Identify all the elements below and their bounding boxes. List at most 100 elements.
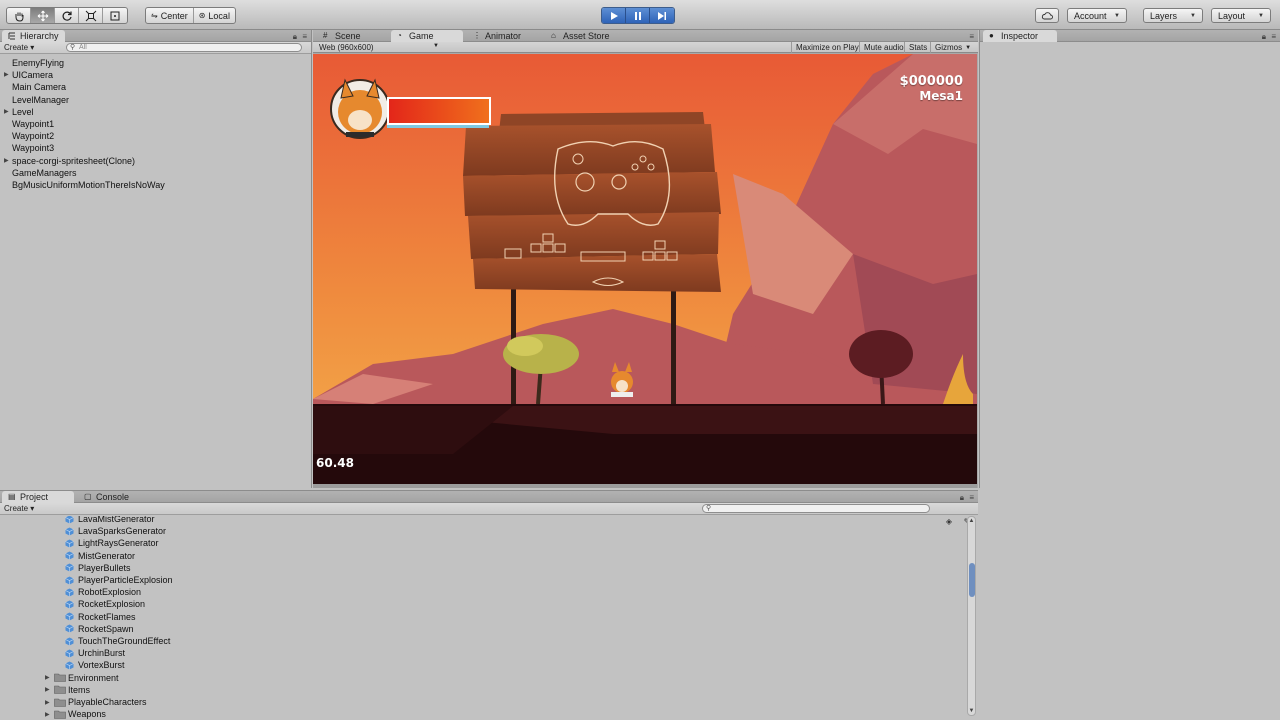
play-button[interactable] bbox=[602, 8, 626, 23]
scroll-down-icon[interactable]: ▼ bbox=[968, 708, 975, 714]
project-prefab-item[interactable]: MistGenerator bbox=[65, 550, 135, 562]
tab-animator[interactable]: ⋮ Animator bbox=[467, 30, 527, 42]
project-prefab-item[interactable]: LavaSparksGenerator bbox=[65, 525, 166, 537]
project-prefab-item[interactable]: RocketFlames bbox=[65, 611, 136, 623]
panel-menu-icon[interactable]: ≡ bbox=[1271, 32, 1276, 41]
project-prefab-item[interactable]: UrchinBurst bbox=[65, 647, 125, 659]
account-dropdown[interactable]: Account ▼ bbox=[1067, 8, 1127, 23]
hierarchy-create-button[interactable]: Create ▾ bbox=[4, 43, 34, 52]
lock-icon[interactable]: 🔒︎ bbox=[293, 32, 297, 42]
hierarchy-item[interactable]: ▶ space-corgi-spritesheet(Clone) bbox=[0, 155, 300, 167]
pivot-local-button[interactable]: ⊛ Local bbox=[194, 8, 235, 23]
project-prefab-item[interactable]: LavaMistGenerator bbox=[65, 516, 155, 525]
project-prefab-item[interactable]: LightRaysGenerator bbox=[65, 537, 159, 549]
console-icon: ▢ bbox=[84, 492, 92, 501]
hierarchy-item-label: BgMusicUniformMotionThereIsNoWay bbox=[12, 180, 165, 190]
prefab-cube-icon bbox=[65, 576, 74, 584]
hierarchy-item[interactable]: ▶ UICamera bbox=[0, 69, 300, 81]
hierarchy-search-input[interactable]: ⚲ All bbox=[66, 43, 302, 52]
panel-menu-icon[interactable]: ≡ bbox=[969, 493, 974, 502]
rect-tool-button[interactable] bbox=[103, 8, 127, 23]
hierarchy-item[interactable]: Waypoint1 bbox=[0, 118, 300, 130]
project-folder-item[interactable]: ▶ PlayableCharacters bbox=[45, 696, 147, 708]
resolution-dropdown[interactable]: Web (960x600) ▼ bbox=[319, 43, 439, 52]
tab-game[interactable]: ◔ Game bbox=[391, 30, 463, 42]
game-viewport[interactable]: $000000 Mesa1 60.48 bbox=[313, 54, 977, 484]
panel-menu-icon[interactable]: ≡ bbox=[302, 32, 307, 41]
hierarchy-icon bbox=[8, 32, 15, 40]
health-bar-fill bbox=[389, 99, 489, 123]
scrollbar-thumb[interactable] bbox=[969, 563, 975, 597]
project-prefab-item[interactable]: VortexBurst bbox=[65, 659, 125, 671]
hierarchy-item[interactable]: Waypoint3 bbox=[0, 142, 300, 154]
project-folder-item[interactable]: ▶ Environment bbox=[45, 672, 119, 684]
project-folder-item[interactable]: ▶ Weapons bbox=[45, 708, 106, 720]
rotate-tool-button[interactable] bbox=[55, 8, 79, 23]
scale-tool-button[interactable] bbox=[79, 8, 103, 23]
tab-inspector[interactable]: ● Inspector bbox=[983, 30, 1057, 42]
chevron-down-icon: ▼ bbox=[1190, 12, 1196, 19]
project-panel: ▤ Project ▢ Console 🔒︎ ≡ Create ▾ ⚲ ◈ ✎ … bbox=[0, 490, 978, 720]
maximize-on-play-toggle[interactable]: Maximize on Play bbox=[791, 42, 863, 53]
expand-arrow-icon[interactable]: ▶ bbox=[45, 699, 51, 706]
tab-asset-store[interactable]: ⌂ Asset Store bbox=[545, 30, 616, 42]
project-prefab-item[interactable]: RocketExplosion bbox=[65, 598, 145, 610]
project-prefab-item[interactable]: PlayerBullets bbox=[65, 562, 131, 574]
project-scrollbar[interactable]: ▲ ▼ bbox=[967, 516, 976, 716]
panel-menu-icon[interactable]: ≡ bbox=[969, 32, 974, 41]
tab-hierarchy[interactable]: Hierarchy bbox=[2, 30, 65, 42]
tab-project[interactable]: ▤ Project bbox=[2, 491, 74, 503]
project-prefab-item[interactable]: RobotExplosion bbox=[65, 586, 141, 598]
cloud-services-button[interactable] bbox=[1035, 8, 1059, 23]
expand-arrow-icon[interactable]: ▶ bbox=[45, 674, 51, 681]
project-search-input[interactable]: ⚲ bbox=[702, 504, 930, 513]
hierarchy-item[interactable]: BgMusicUniformMotionThereIsNoWay bbox=[0, 179, 300, 191]
gizmos-dropdown[interactable]: Gizmos ▼ bbox=[930, 42, 975, 53]
expand-arrow-icon[interactable]: ▶ bbox=[4, 71, 9, 78]
hierarchy-item-label: Waypoint2 bbox=[12, 131, 55, 142]
expand-arrow-icon[interactable]: ▶ bbox=[4, 108, 9, 115]
tab-scene[interactable]: # Scene bbox=[317, 30, 367, 42]
move-tool-button[interactable] bbox=[31, 8, 55, 23]
expand-arrow-icon[interactable]: ▶ bbox=[45, 686, 51, 693]
search-icon: ⚲ bbox=[706, 505, 712, 512]
folder-icon bbox=[54, 698, 66, 707]
project-item-label: LavaSparksGenerator bbox=[78, 526, 167, 537]
pause-button[interactable] bbox=[626, 8, 650, 23]
scroll-up-icon[interactable]: ▲ bbox=[968, 518, 975, 524]
project-folder-item[interactable]: ▶ Items bbox=[45, 684, 90, 696]
hierarchy-item[interactable]: ▶ Level bbox=[0, 106, 300, 118]
inspector-panel: ● Inspector 🔒︎ ≡ bbox=[979, 30, 1280, 488]
project-item-label: LavaMistGenerator bbox=[78, 516, 155, 524]
project-item-label: Items bbox=[68, 684, 91, 695]
prefab-cube-icon bbox=[65, 551, 74, 560]
project-item-label: RocketSpawn bbox=[78, 623, 134, 634]
mute-audio-toggle[interactable]: Mute audio bbox=[859, 42, 908, 53]
pivot-center-button[interactable]: ⇋ Center bbox=[146, 8, 194, 23]
project-create-button[interactable]: Create ▾ bbox=[4, 504, 34, 513]
hierarchy-tab-label: Hierarchy bbox=[20, 31, 59, 41]
expand-arrow-icon[interactable]: ▶ bbox=[4, 157, 9, 164]
hierarchy-item[interactable]: GameManagers bbox=[0, 167, 300, 179]
prefab-cube-icon bbox=[65, 588, 74, 597]
asset-store-tab-label: Asset Store bbox=[563, 31, 610, 41]
lock-icon[interactable]: 🔒︎ bbox=[960, 493, 964, 503]
hierarchy-item[interactable]: Waypoint2 bbox=[0, 130, 300, 142]
expand-arrow-icon[interactable]: ▶ bbox=[45, 711, 51, 718]
hierarchy-item[interactable]: Main Camera bbox=[0, 81, 300, 93]
hierarchy-item[interactable]: LevelManager bbox=[0, 94, 300, 106]
project-prefab-item[interactable]: RocketSpawn bbox=[65, 623, 134, 635]
lock-icon[interactable]: 🔒︎ bbox=[1262, 32, 1266, 42]
play-icon bbox=[610, 11, 618, 20]
tab-console[interactable]: ▢ Console bbox=[78, 491, 135, 503]
project-prefab-item[interactable]: PlayerParticleExplosion bbox=[65, 574, 173, 586]
hierarchy-item[interactable]: EnemyFlying bbox=[0, 57, 300, 69]
stats-toggle[interactable]: Stats bbox=[904, 42, 931, 53]
local-globe-icon: ⊛ bbox=[198, 11, 206, 20]
step-button[interactable] bbox=[650, 8, 674, 23]
layers-dropdown[interactable]: Layers ▼ bbox=[1143, 8, 1203, 23]
project-prefab-item[interactable]: TouchTheGroundEffect bbox=[65, 635, 170, 647]
hand-tool-button[interactable] bbox=[7, 8, 31, 23]
layout-dropdown[interactable]: Layout ▼ bbox=[1211, 8, 1271, 23]
center-tabbar: # Scene ◔ Game ⋮ Animator ⌂ Asset Store … bbox=[313, 30, 978, 42]
